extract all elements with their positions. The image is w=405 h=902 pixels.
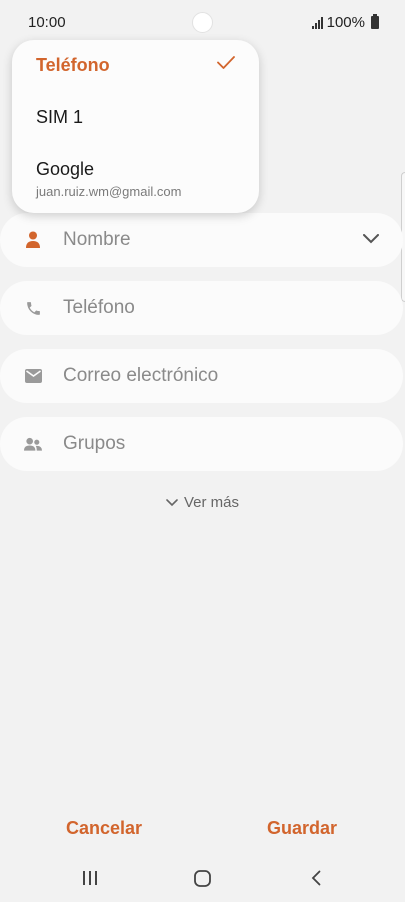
show-more-label: Ver más	[183, 494, 240, 511]
name-field[interactable]: Nombre	[0, 213, 403, 267]
dropdown-option-sim1[interactable]: SIM 1	[36, 107, 83, 128]
groups-icon	[24, 435, 42, 453]
dropdown-option-google[interactable]: Google	[36, 159, 94, 180]
navigation-bar	[0, 860, 405, 900]
google-account-email: juan.ruiz.wm@gmail.com	[36, 184, 182, 199]
groups-field-label: Grupos	[63, 433, 126, 454]
home-icon[interactable]	[194, 870, 211, 892]
status-bar: 10:00 100%	[0, 0, 405, 44]
person-icon	[24, 231, 42, 249]
front-camera	[192, 12, 213, 33]
email-field[interactable]: Correo electrónico	[0, 349, 403, 403]
status-indicators: 100%	[311, 14, 379, 31]
battery-icon	[371, 14, 379, 29]
storage-location-dropdown: Teléfono SIM 1 Google juan.ruiz.wm@gmail…	[12, 40, 259, 213]
chevron-down-icon	[166, 494, 178, 511]
back-icon[interactable]	[311, 870, 321, 891]
email-field-label: Correo electrónico	[63, 365, 219, 386]
phone-field[interactable]: Teléfono	[0, 281, 403, 335]
check-icon	[217, 56, 235, 74]
recent-apps-icon[interactable]	[82, 870, 98, 891]
status-time: 10:00	[28, 14, 66, 31]
phone-icon	[24, 299, 42, 317]
dropdown-option-phone[interactable]: Teléfono	[36, 55, 110, 76]
signal-icon	[311, 16, 323, 29]
show-more-button[interactable]: Ver más	[0, 494, 405, 511]
name-field-label: Nombre	[63, 229, 131, 250]
email-icon	[24, 367, 42, 385]
battery-percent: 100%	[326, 14, 365, 31]
phone-field-label: Teléfono	[63, 297, 135, 318]
save-button[interactable]: Guardar	[267, 818, 337, 839]
groups-field[interactable]: Grupos	[0, 417, 403, 471]
cancel-button[interactable]: Cancelar	[66, 818, 142, 839]
chevron-down-icon[interactable]	[363, 231, 379, 249]
